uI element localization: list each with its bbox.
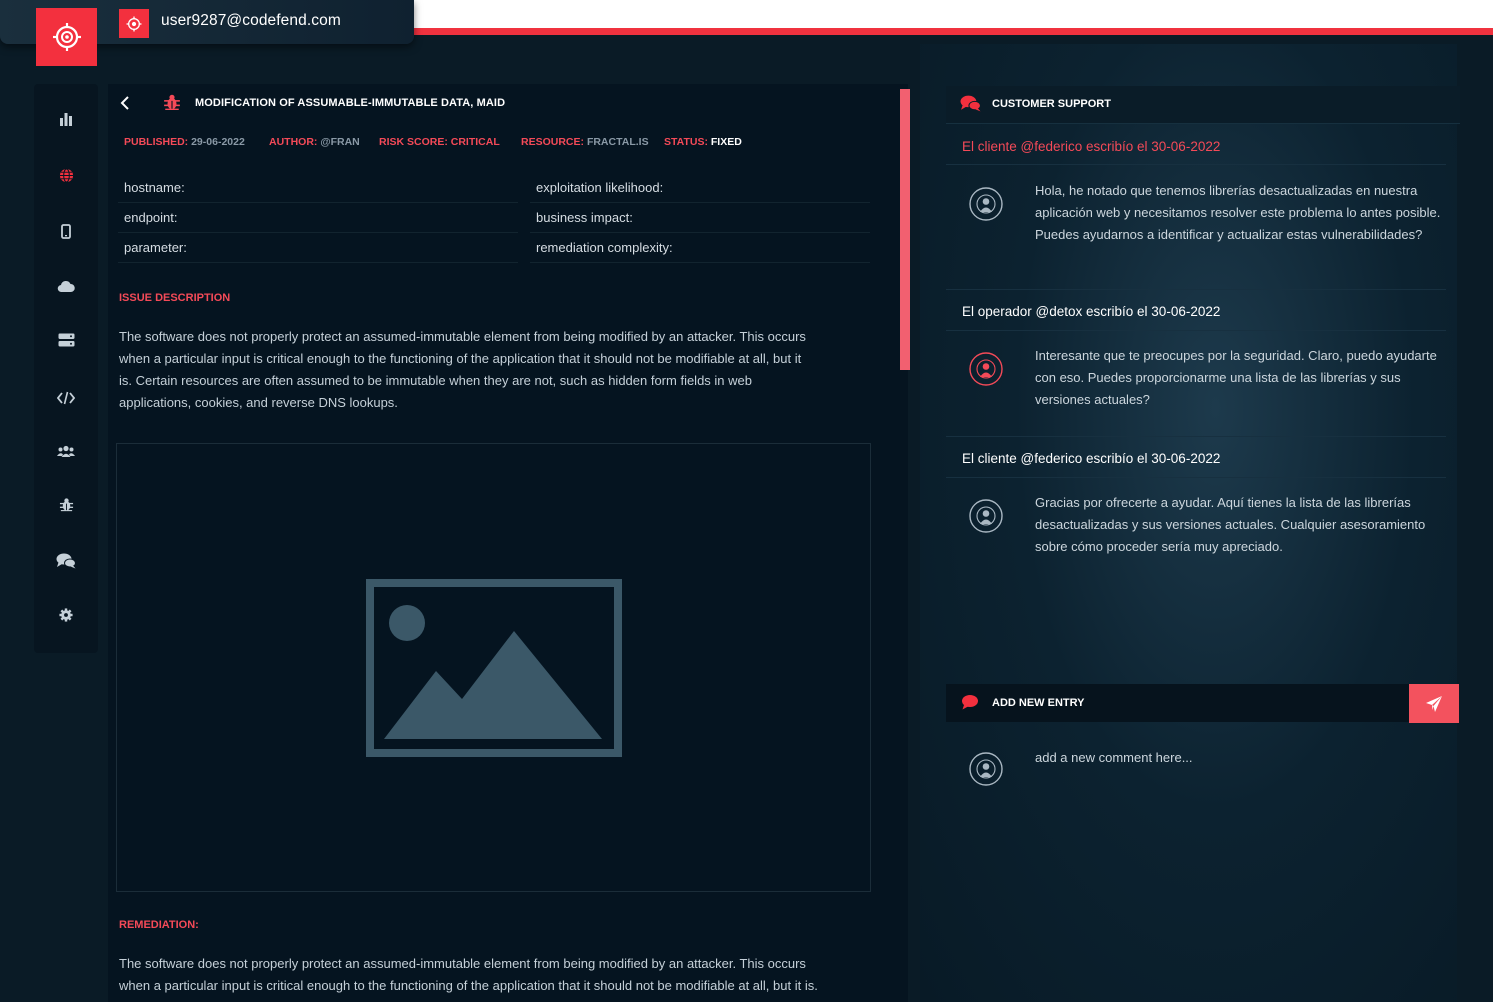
sidebar	[34, 84, 98, 653]
meta-published-value: 29-06-2022	[191, 136, 245, 148]
sidebar-item-source-code[interactable]	[34, 386, 98, 410]
remediation-line: The software does not properly protect a…	[119, 956, 806, 971]
message-text: Hola, he notado que tenemos librerías de…	[1035, 183, 1441, 242]
meta-resource: RESOURCE: FRACTAL.IS	[521, 136, 649, 148]
cloud-icon	[57, 280, 75, 292]
message-author: El operador @detox escribío el 30-06-202…	[962, 304, 1221, 319]
chat-icon	[960, 95, 981, 112]
sidebar-item-web[interactable]	[34, 163, 98, 187]
target-avatar-icon	[126, 16, 142, 31]
message-text: Gracias por ofrecerte a ayudar. Aquí tie…	[1035, 495, 1426, 554]
message-text: Interesante que te preocupes por la segu…	[1035, 348, 1437, 407]
issue-type-icon	[163, 93, 181, 116]
divider	[118, 202, 518, 203]
comment-input[interactable]	[1035, 746, 1435, 768]
divider	[946, 164, 1446, 165]
sidebar-item-issues[interactable]	[34, 492, 98, 516]
issue-title: MODIFICATION OF ASSUMABLE-IMMUTABLE DATA…	[195, 97, 506, 109]
sidebar-item-mobile[interactable]	[34, 219, 98, 243]
meta-status-label: STATUS:	[664, 136, 708, 148]
image-placeholder-icon	[365, 578, 622, 757]
mobile-icon	[61, 223, 71, 239]
user-avatar-icon	[969, 499, 1003, 533]
bug-icon	[59, 497, 73, 511]
remediation-text: The software does not properly protect a…	[119, 953, 889, 997]
globe-icon	[59, 167, 73, 183]
issue-image	[116, 443, 871, 892]
description-line: is. Certain resources are often assumed …	[119, 373, 752, 388]
meta-author-value: @FRAN	[320, 136, 360, 148]
chat-icon	[56, 553, 76, 569]
meta-author: AUTHOR: @FRAN	[269, 136, 360, 148]
sidebar-item-dashboard[interactable]	[34, 107, 98, 131]
sidebar-item-cloud[interactable]	[34, 274, 98, 298]
field-endpoint: endpoint:	[124, 210, 178, 225]
divider	[118, 262, 518, 263]
message-author: El cliente @federico escribío el 30-06-2…	[962, 451, 1221, 466]
add-entry-title: ADD NEW ENTRY	[992, 697, 1085, 709]
meta-risk: RISK SCORE: CRITICAL	[379, 136, 500, 148]
bar-chart-icon	[60, 113, 72, 126]
meta-resource-value: FRACTAL.IS	[586, 136, 649, 148]
logo[interactable]	[36, 8, 97, 66]
scrollbar[interactable]	[900, 89, 910, 370]
field-business-impact: business impact:	[536, 210, 633, 225]
support-title: CUSTOMER SUPPORT	[992, 98, 1111, 110]
meta-resource-label: RESOURCE:	[521, 136, 585, 148]
meta-author-label: AUTHOR:	[269, 136, 318, 148]
divider	[530, 232, 870, 233]
description-heading: ISSUE DESCRIPTION	[119, 292, 231, 304]
sidebar-item-infrastructure[interactable]	[34, 328, 98, 352]
user-email[interactable]: user9287@codefend.com	[161, 12, 341, 30]
meta-published-label: PUBLISHED:	[124, 136, 189, 148]
user-avatar[interactable]	[119, 9, 149, 38]
server-icon	[58, 333, 74, 347]
field-remediation-complexity: remediation complexity:	[536, 240, 673, 255]
send-button[interactable]	[1409, 684, 1459, 723]
meta-status: STATUS: FIXED	[664, 136, 742, 148]
divider	[946, 289, 1446, 290]
user-avatar-icon	[969, 187, 1003, 221]
divider	[118, 232, 518, 233]
sidebar-item-settings[interactable]	[34, 603, 98, 627]
back-button[interactable]	[118, 94, 132, 112]
users-icon	[57, 445, 75, 457]
top-bar	[414, 0, 1493, 28]
operator-avatar-icon	[969, 352, 1003, 386]
chevron-left-icon	[120, 96, 129, 110]
remediation-line: when a particular input is critical enou…	[119, 978, 818, 993]
divider	[946, 330, 1446, 331]
target-logo-icon	[52, 23, 81, 51]
divider	[946, 477, 1446, 478]
send-icon	[1426, 695, 1442, 712]
sidebar-item-social[interactable]	[34, 439, 98, 463]
remediation-heading: REMEDIATION:	[119, 919, 199, 931]
description-line: when a particular input is critical enou…	[119, 351, 802, 366]
message-author: El cliente @federico escribío el 30-06-2…	[962, 139, 1221, 154]
field-parameter: parameter:	[124, 240, 187, 255]
meta-status-value: FIXED	[710, 136, 742, 148]
description-text: The software does not properly protect a…	[119, 326, 879, 414]
description-line: The software does not properly protect a…	[119, 329, 806, 344]
divider	[530, 202, 870, 203]
meta-published: PUBLISHED: 29-06-2022	[124, 136, 245, 148]
sidebar-item-support[interactable]	[34, 549, 98, 573]
field-exploitation: exploitation likelihood:	[536, 180, 664, 195]
divider	[530, 262, 870, 263]
code-icon	[57, 391, 75, 405]
gear-icon	[59, 608, 73, 622]
user-avatar-icon	[969, 752, 1003, 786]
meta-risk-label: RISK SCORE: CRITICAL	[379, 136, 500, 148]
comment-icon	[962, 695, 978, 710]
description-line: applications, cookies, and reverse DNS l…	[119, 395, 398, 410]
field-hostname: hostname:	[124, 180, 185, 195]
top-bar-accent	[414, 28, 1493, 35]
divider	[946, 436, 1446, 437]
bug-icon	[164, 94, 180, 110]
